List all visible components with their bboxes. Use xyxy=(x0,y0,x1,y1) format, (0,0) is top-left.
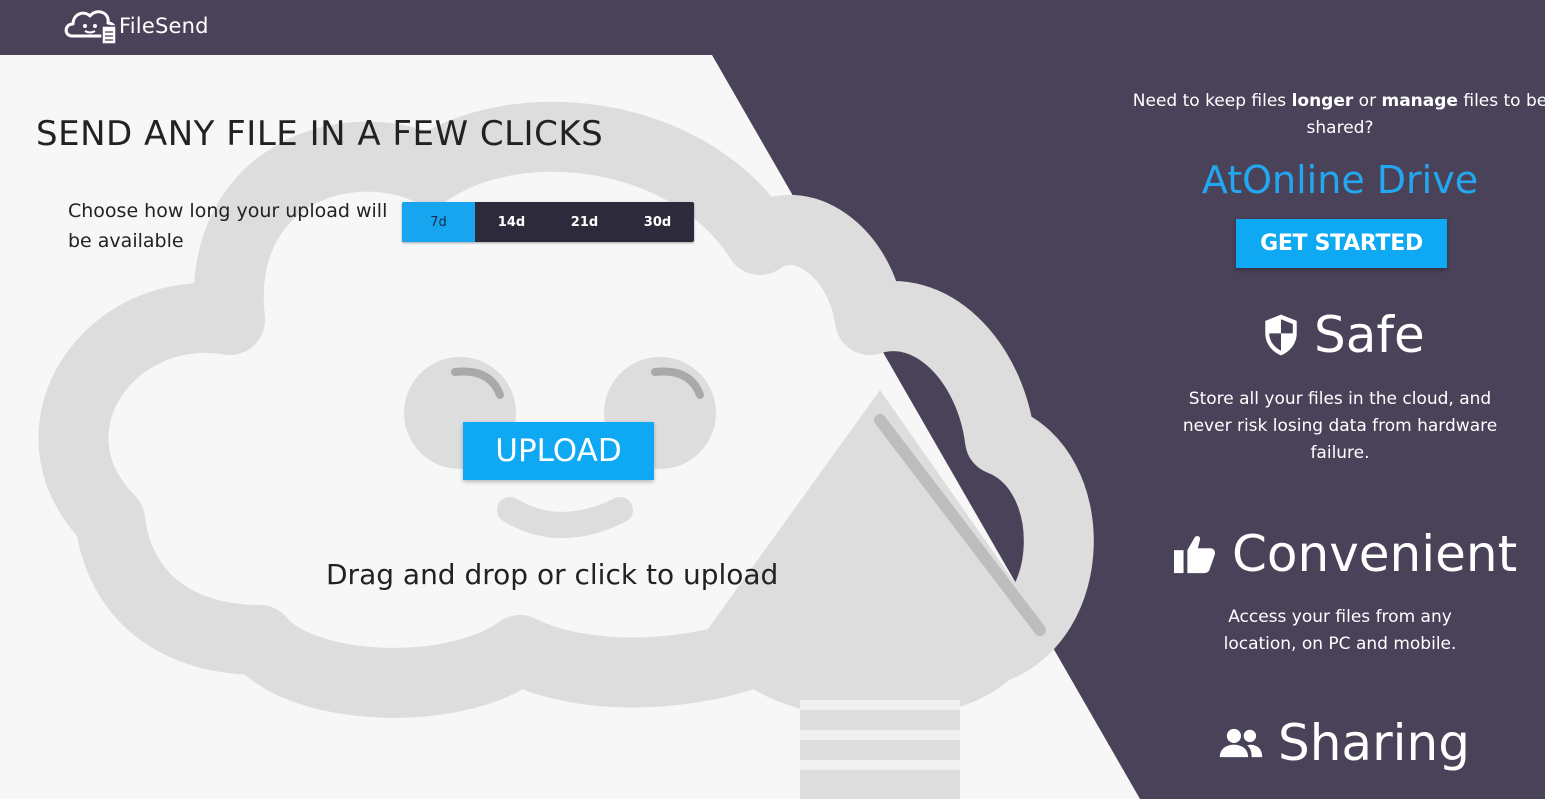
duration-option-7d[interactable]: 7d xyxy=(402,202,475,242)
upload-button[interactable]: UPLOAD xyxy=(463,422,654,480)
feature-title: Sharing xyxy=(1278,714,1470,772)
people-icon xyxy=(1219,728,1263,758)
page-title: SEND ANY FILE IN A FEW CLICKS xyxy=(36,114,604,154)
duration-label: Choose how long your upload will be avai… xyxy=(68,200,388,252)
get-started-button[interactable]: GET STARTED xyxy=(1236,219,1447,268)
promo-question-part: Need to keep files xyxy=(1132,91,1292,111)
brand-logo-link[interactable]: FileSend xyxy=(64,6,209,46)
promo-emphasis-longer: longer xyxy=(1291,91,1354,111)
brand-name: FileSend xyxy=(119,14,209,38)
promo-question-part: or xyxy=(1353,91,1382,111)
shield-icon xyxy=(1265,314,1297,356)
feature-sharing-heading: Sharing xyxy=(1218,714,1470,772)
drop-zone-text[interactable]: Drag and drop or click to upload xyxy=(326,558,796,591)
duration-option-30d[interactable]: 30d xyxy=(621,202,694,242)
drive-title: AtOnline Drive xyxy=(1201,158,1479,202)
feature-description: Store all your files in the cloud, and n… xyxy=(1182,389,1498,463)
promo-emphasis-manage: manage xyxy=(1381,91,1458,111)
top-bar: FileSend xyxy=(0,0,1545,55)
feature-description: Access your files from any location, on … xyxy=(1223,607,1457,654)
duration-option-14d[interactable]: 14d xyxy=(475,202,548,242)
thumbs-up-icon xyxy=(1174,536,1216,574)
feature-title: Convenient xyxy=(1232,525,1518,583)
duration-option-21d[interactable]: 21d xyxy=(548,202,621,242)
promo-question: Need to keep files longer or manage file… xyxy=(1110,88,1545,142)
cloud-file-icon xyxy=(64,10,117,45)
feature-safe-heading: Safe xyxy=(1262,306,1425,364)
feature-convenient-heading: Convenient xyxy=(1172,525,1517,583)
duration-selector: 7d 14d 21d 30d xyxy=(402,202,694,242)
feature-title: Safe xyxy=(1314,306,1425,364)
